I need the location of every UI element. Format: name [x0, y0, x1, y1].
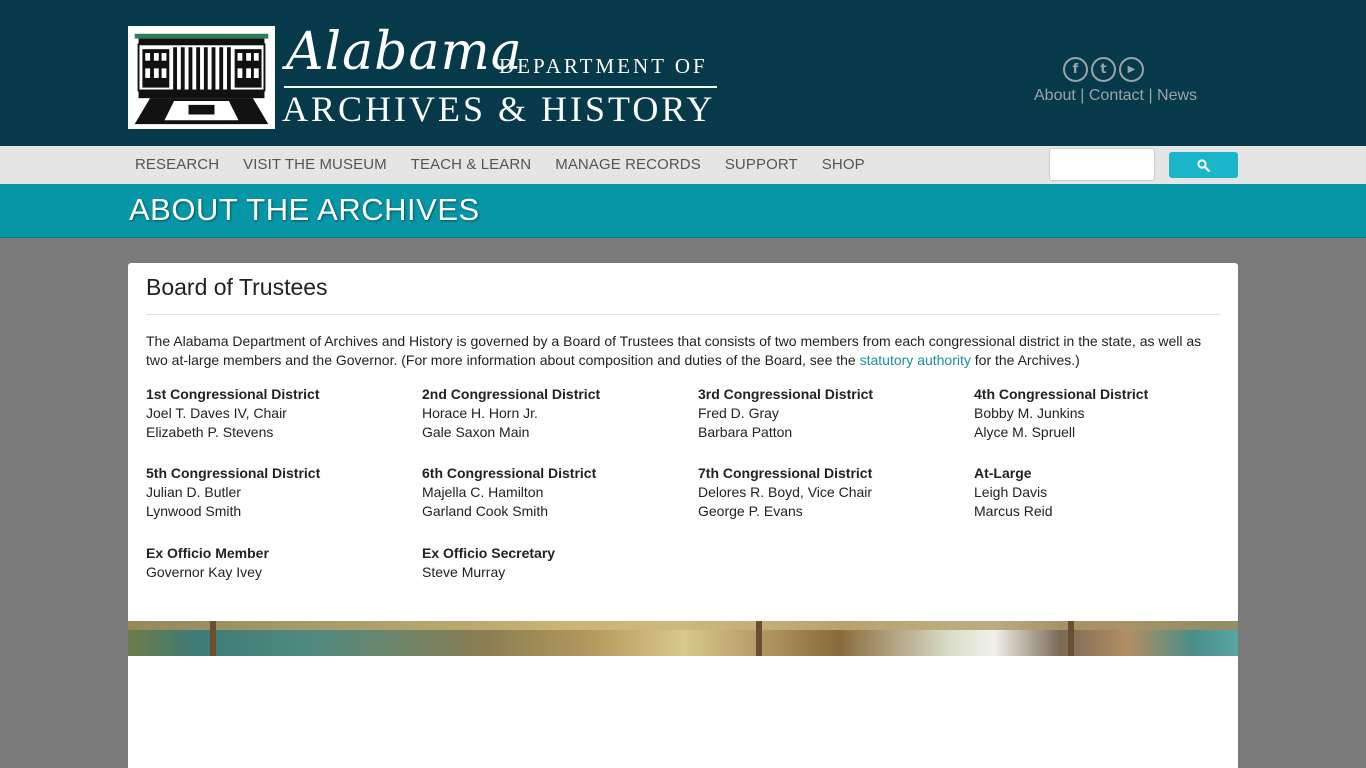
utility-links: About | Contact | News	[1034, 87, 1197, 105]
district-block: Ex Officio Member Governor Kay Ivey	[146, 544, 269, 582]
intro-paragraph: The Alabama Department of Archives and H…	[146, 332, 1226, 370]
about-link[interactable]: About	[1034, 87, 1076, 104]
nav-item-support[interactable]: SUPPORT	[725, 156, 798, 173]
nav-item-shop[interactable]: SHOP	[822, 156, 865, 173]
district-name: 1st Congressional District	[146, 386, 320, 402]
district-block: 5th Congressional District Julian D. But…	[146, 464, 320, 521]
trustee-name: Lynwood Smith	[146, 503, 242, 519]
district-block: 6th Congressional District Majella C. Ha…	[422, 464, 596, 521]
district-name: Ex Officio Secretary	[422, 545, 556, 561]
statutory-authority-link[interactable]: statutory authority	[860, 352, 971, 368]
trustee-name: Garland Cook Smith	[422, 503, 549, 519]
district-block: 3rd Congressional District Fred D. Gray …	[698, 385, 873, 442]
nav-item-manage-records[interactable]: MANAGE RECORDS	[555, 156, 701, 173]
district-block: 4th Congressional District Bobby M. Junk…	[974, 385, 1148, 442]
trustee-name: Steve Murray	[422, 564, 506, 580]
district-block: 7th Congressional District Delores R. Bo…	[698, 464, 872, 521]
util-separator: |	[1144, 87, 1158, 104]
district-name: 7th Congressional District	[698, 465, 873, 481]
page-title: Board of Trustees	[146, 274, 328, 300]
trustee-name: Alyce M. Spruell	[974, 424, 1076, 440]
news-link[interactable]: News	[1157, 87, 1197, 104]
section-banner: ABOUT THE ARCHIVES	[0, 184, 1366, 238]
trustee-name: Elizabeth P. Stevens	[146, 424, 274, 440]
trustee-name: Governor Kay Ivey	[146, 564, 262, 580]
site-header: Alabama DEPARTMENT OF ARCHIVES & HISTORY…	[0, 0, 1366, 146]
district-block: 1st Congressional District Joel T. Daves…	[146, 385, 320, 442]
district-name: At-Large	[974, 465, 1032, 481]
title-divider	[146, 314, 1220, 315]
photo-pillar	[210, 621, 216, 656]
intro-text-end: for the Archives.)	[970, 352, 1080, 368]
search-button[interactable]	[1169, 152, 1238, 178]
social-links: f t ▶	[1063, 57, 1144, 82]
util-separator: |	[1075, 87, 1089, 104]
district-block: 2nd Congressional District Horace H. Hor…	[422, 385, 600, 442]
nav-item-teach-and-learn[interactable]: TEACH & LEARN	[411, 156, 532, 173]
search-input[interactable]	[1049, 148, 1155, 181]
trustee-name: Horace H. Horn Jr.	[422, 405, 538, 421]
trustee-name: Barbara Patton	[698, 424, 793, 440]
board-room-photo	[128, 621, 1238, 656]
search-icon	[1197, 158, 1210, 172]
district-name: 4th Congressional District	[974, 386, 1149, 402]
trustee-name: Fred D. Gray	[698, 405, 779, 421]
archives-building-logo[interactable]	[128, 26, 275, 129]
facebook-icon[interactable]: f	[1063, 57, 1088, 82]
logo-department-text: DEPARTMENT OF	[499, 54, 708, 78]
nav-item-research[interactable]: RESEARCH	[135, 156, 219, 173]
building-illustration-icon	[130, 28, 273, 127]
nav-menu: RESEARCH VISIT THE MUSEUM TEACH & LEARN …	[135, 156, 889, 173]
district-block: At-Large Leigh Davis Marcus Reid	[974, 464, 1053, 521]
twitter-icon[interactable]: t	[1091, 57, 1116, 82]
photo-pillar	[1068, 621, 1074, 656]
nav-item-visit-the-museum[interactable]: VISIT THE MUSEUM	[243, 156, 387, 173]
trustee-name: George P. Evans	[698, 503, 803, 519]
main-nav: RESEARCH VISIT THE MUSEUM TEACH & LEARN …	[0, 146, 1366, 184]
trustee-name: Delores R. Boyd, Vice Chair	[698, 484, 873, 500]
youtube-icon[interactable]: ▶	[1119, 57, 1144, 82]
photo-pillar	[756, 621, 762, 656]
trustee-name: Leigh Davis	[974, 484, 1048, 500]
trustee-name: Bobby M. Junkins	[974, 405, 1085, 421]
trustee-name: Marcus Reid	[974, 503, 1053, 519]
district-block: Ex Officio Secretary Steve Murray	[422, 544, 555, 582]
trustee-name: Joel T. Daves IV, Chair	[146, 405, 287, 421]
district-name: Ex Officio Member	[146, 545, 269, 561]
district-name: 2nd Congressional District	[422, 386, 601, 402]
district-name: 3rd Congressional District	[698, 386, 874, 402]
section-title: ABOUT THE ARCHIVES	[129, 192, 480, 227]
trustee-name: Julian D. Butler	[146, 484, 241, 500]
trustee-name: Gale Saxon Main	[422, 424, 530, 440]
logo-script-text: Alabama	[286, 22, 523, 82]
district-name: 6th Congressional District	[422, 465, 597, 481]
contact-link[interactable]: Contact	[1089, 87, 1144, 104]
logo-main-text: ARCHIVES & HISTORY	[282, 89, 716, 129]
content-card: Board of Trustees The Alabama Department…	[128, 263, 1238, 768]
district-name: 5th Congressional District	[146, 465, 321, 481]
trustee-name: Majella C. Hamilton	[422, 484, 544, 500]
